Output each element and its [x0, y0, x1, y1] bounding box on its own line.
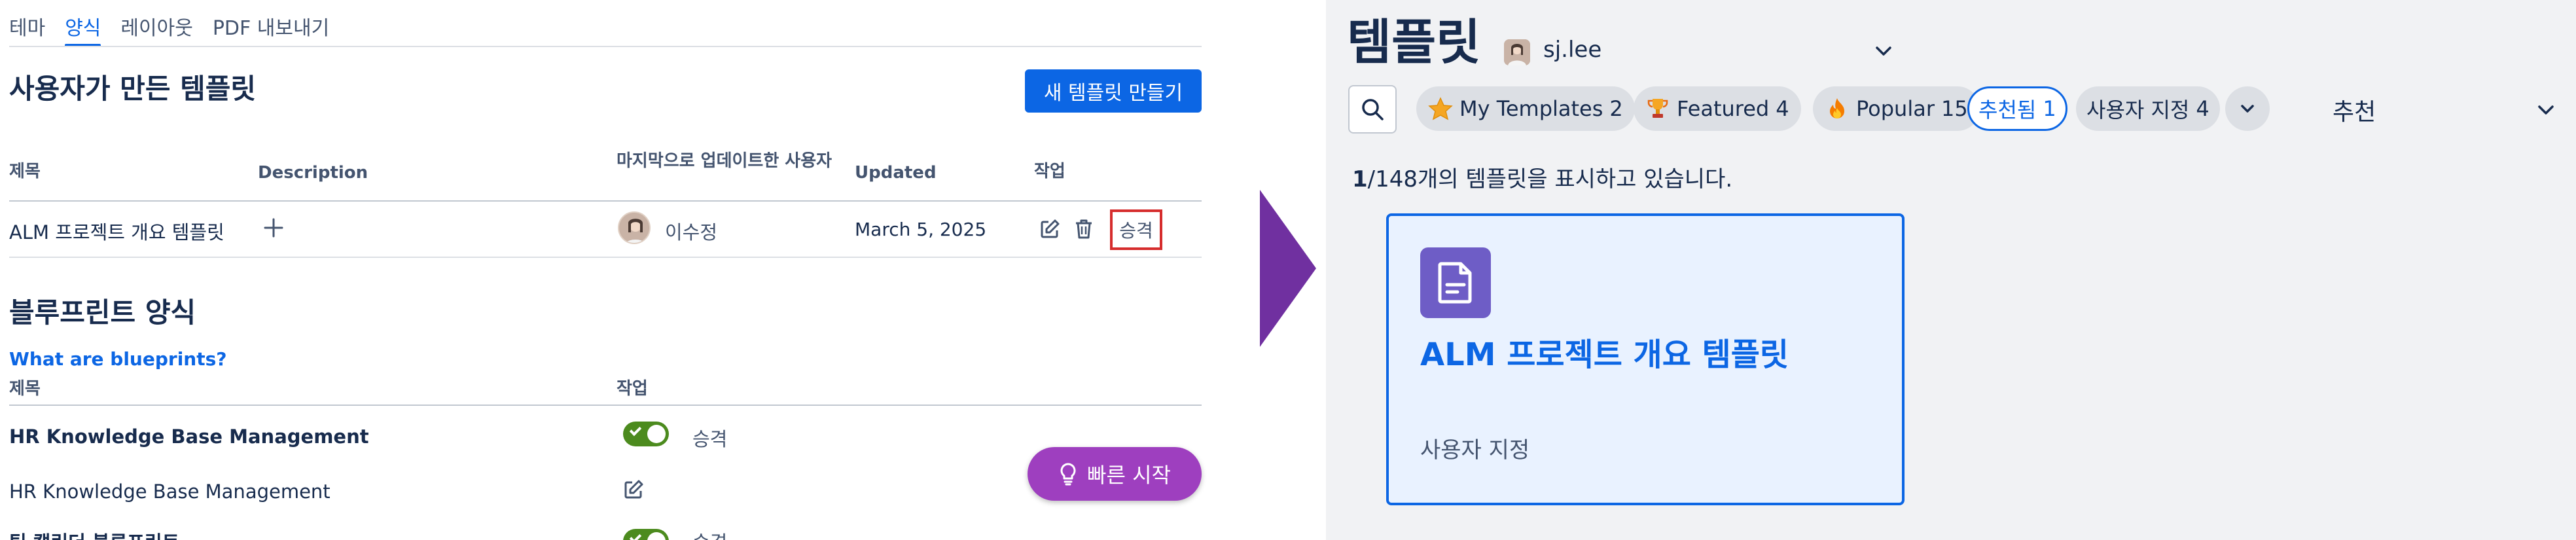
chevron-down-icon[interactable] [2535, 99, 2556, 123]
blueprint-row-title: 팀 캘린더 블루프린트 [9, 528, 179, 540]
filter-label: Featured [1677, 96, 1770, 121]
create-template-button[interactable]: 새 템플릿 만들기 [1025, 69, 1202, 113]
filter-my-templates[interactable]: My Templates 2 [1416, 86, 1635, 131]
blueprint-column-actions: 작업 [617, 379, 648, 399]
blueprint-toggle[interactable] [623, 529, 669, 540]
results-total: /148개의 템플릿을 표시하고 있습니다. [1367, 166, 1733, 192]
document-icon [1420, 247, 1491, 318]
table-header-divider [9, 200, 1202, 202]
what-are-blueprints-link[interactable]: What are blueprints? [9, 348, 227, 370]
column-header-updated-by: 마지막으로 업데이트한 사용자 [617, 151, 832, 171]
page-title: 템플릿 [1347, 14, 1481, 71]
card-title: ALM 프로젝트 개요 템플릿 [1420, 336, 1789, 373]
tab-layout[interactable]: 레이아웃 [120, 9, 192, 46]
tab-pdf-export[interactable]: PDF 내보내기 [213, 9, 329, 46]
filter-count: 4 [2196, 96, 2209, 121]
more-filters-button[interactable] [2225, 86, 2270, 131]
user-avatar [1504, 39, 1530, 65]
star-icon [1428, 97, 1453, 120]
column-header-title: 제목 [9, 162, 41, 181]
blueprint-toggle[interactable] [623, 422, 669, 446]
blueprints-title: 블루프린트 양식 [9, 297, 196, 329]
blueprint-column-title: 제목 [9, 379, 41, 399]
filter-count: 1 [2043, 96, 2056, 121]
updated-by-cell: 이수정 [665, 221, 718, 243]
column-header-actions: 작업 [1034, 162, 1065, 181]
check-icon [629, 531, 642, 540]
blueprint-status: 승격 [692, 428, 728, 450]
chevron-down-icon [2241, 105, 2254, 113]
tab-divider [9, 46, 1202, 47]
lightbulb-icon [1060, 463, 1076, 486]
search-icon [1362, 99, 1384, 120]
column-header-description: Description [258, 163, 368, 183]
row-divider [9, 257, 1202, 258]
filter-label: 추천됨 [1978, 98, 2037, 122]
search-button[interactable] [1348, 85, 1397, 134]
template-gallery-panel: 템플릿 sj.lee My Templates 2 Featured 4 Pop… [1326, 0, 2576, 540]
results-shown: 1 [1352, 166, 1368, 192]
approve-button[interactable]: 승격 [1110, 209, 1162, 250]
user-name[interactable]: sj.lee [1543, 37, 1601, 63]
trash-icon[interactable] [1071, 216, 1097, 242]
column-header-updated: Updated [855, 163, 937, 183]
filter-label: 사용자 지정 [2086, 98, 2190, 122]
edit-icon[interactable] [1037, 216, 1063, 242]
edit-icon[interactable] [620, 477, 647, 503]
template-card[interactable]: ALM 프로젝트 개요 템플릿 사용자 지정 [1386, 213, 1905, 505]
blueprint-header-divider [9, 405, 1202, 406]
settings-panel: 테마 양식 레이아웃 PDF 내보내기 사용자가 만든 템플릿 새 템플릿 만들… [0, 0, 1240, 540]
tab-theme[interactable]: 테마 [9, 9, 45, 46]
blueprint-status: 승격 [692, 528, 727, 540]
filter-popular[interactable]: Popular 15 [1813, 86, 1980, 131]
filter-custom[interactable]: 사용자 지정 4 [2076, 86, 2220, 131]
template-title-cell[interactable]: ALM 프로젝트 개요 템플릿 [9, 217, 224, 245]
results-count: 1/148개의 템플릿을 표시하고 있습니다. [1352, 161, 1732, 193]
chevron-down-icon[interactable] [1873, 41, 1894, 64]
blueprint-sub-row: HR Knowledge Base Management [9, 480, 331, 503]
fire-icon [1830, 98, 1844, 118]
quick-start-label: 빠른 시작 [1087, 463, 1171, 488]
transition-arrow-icon [1260, 190, 1316, 347]
blueprint-row-title: HR Knowledge Base Management [9, 425, 369, 448]
filter-label: My Templates [1459, 96, 1603, 121]
filter-count: 2 [1609, 96, 1623, 121]
trophy-icon [1647, 99, 1668, 118]
user-templates-title: 사용자가 만든 템플릿 [9, 73, 257, 105]
filter-count: 15 [1941, 96, 1968, 121]
tab-forms[interactable]: 양식 [65, 9, 101, 47]
filter-label: Popular [1856, 96, 1935, 121]
add-description-icon[interactable] [260, 215, 287, 241]
sort-dropdown[interactable]: 추천 [2333, 93, 2376, 127]
updated-date-cell: March 5, 2025 [855, 219, 987, 240]
tab-bar: 테마 양식 레이아웃 PDF 내보내기 [9, 9, 329, 47]
card-category: 사용자 지정 [1420, 437, 1530, 463]
quick-start-button[interactable]: 빠른 시작 [1028, 447, 1202, 501]
filter-featured[interactable]: Featured 4 [1634, 86, 1801, 131]
check-icon [629, 423, 642, 437]
filter-recommended[interactable]: 추천됨 1 [1967, 86, 2067, 131]
avatar [618, 211, 651, 244]
filter-count: 4 [1776, 96, 1789, 121]
